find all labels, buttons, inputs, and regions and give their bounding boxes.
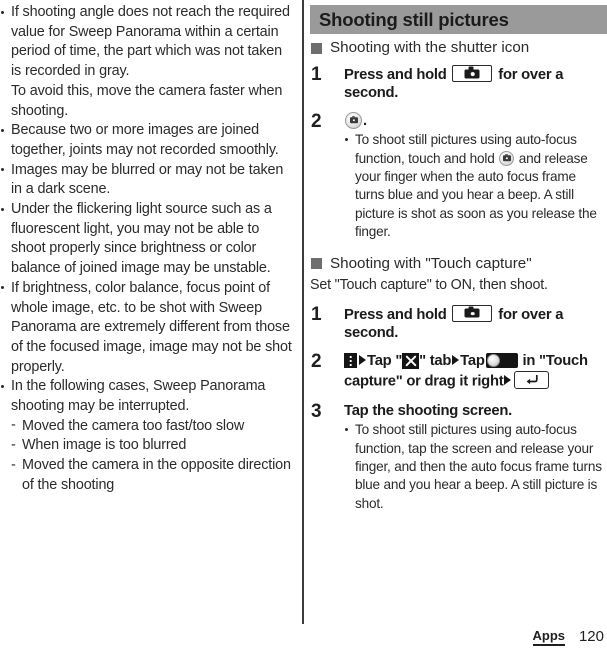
bullet-dot-icon [1,207,4,211]
subsection-heading-shutter-icon: Shooting with the shutter icon [310,38,607,58]
sub-item-label: When image is too blurred [22,437,187,454]
step-title: Tap " " tab Tap in "Touch capture" or drag… [344,352,607,390]
subsection-heading-touch-capture: Shooting with "Touch capture" [310,254,607,274]
step-text: " tab [419,353,452,370]
step-text: Press and hold [344,67,451,83]
bullet-dot-icon [1,384,4,388]
subsection-heading-label: Shooting with "Touch capture" [330,254,532,272]
sub-item-label: Moved the camera in the opposite directi… [22,457,291,493]
bullet-paragraph: Because two or more images are joined to… [11,122,279,158]
square-marker-icon [311,42,322,54]
step-number: 2 [311,351,322,373]
step-number: 2 [311,110,322,132]
list-item: Under the flickering light source such a… [0,200,294,279]
bullet-paragraph: In the following cases, Sweep Panorama s… [11,378,266,415]
bullet-paragraph: Under the flickering light source such a… [11,201,272,277]
step-number: 1 [311,64,322,85]
section-tab-label: Apps [532,628,565,646]
step-title: Tap the shooting screen. [344,402,513,419]
bullet-paragraph: If shooting angle does not reach the req… [11,4,290,80]
step: 1 Press and hold for over a second. [310,303,607,343]
bullet-dot-icon [1,286,4,290]
right-column-body: Shooting with the shutter icon 1 Press a… [310,38,607,513]
notes-bullet-list: If shooting angle does not reach the req… [0,3,294,496]
step: 1 Press and hold for over a second. [310,64,607,103]
toggle-off-icon[interactable] [485,353,518,369]
touch-capture-intro: Set "Touch capture" to ON, then shoot. [310,276,548,293]
column-divider [302,0,304,624]
step-note: To shoot still pictures using auto-focus… [344,421,607,513]
shutter-button-icon[interactable] [499,150,515,166]
bullet-dot-icon [345,428,348,432]
sub-item-label: Moved the camera too fast/too slow [22,417,245,434]
dash-marker: - [11,417,16,434]
bullet-dot-icon [1,168,4,172]
bullet-paragraph: To avoid this, move the camera faster wh… [11,82,283,119]
note-text: To shoot still pictures using auto-focus… [355,422,602,511]
overflow-menu-icon[interactable] [344,353,357,369]
step-title: Press and hold for over a second. [344,304,607,343]
list-item: - Moved the camera in the opposite direc… [11,456,294,495]
step-title: . [344,111,607,130]
list-item: If shooting angle does not reach the req… [0,3,294,121]
right-column: Shooting still pictures Shooting with th… [310,0,607,648]
arrow-separator-icon [359,355,366,366]
manual-page: If shooting angle does not reach the req… [0,0,607,648]
camera-key-icon [452,65,493,82]
dash-marker: - [11,436,16,453]
step-title: Press and hold for over a second. [344,65,607,103]
tools-tab-icon[interactable] [402,352,420,369]
step-number: 1 [311,303,322,325]
shutter-button-icon[interactable] [345,111,362,129]
step: 3 Tap the shooting screen. To shoot stil… [310,400,607,513]
bullet-paragraph: Images may be blurred or may not be take… [11,161,284,198]
bullet-paragraph: If brightness, color balance, focus poin… [11,279,292,375]
arrow-separator-icon [452,355,460,366]
page-number: 120 [578,628,604,645]
step-note: To shoot still pictures using auto-focus… [344,131,607,241]
step: 2 . To shoot still pictures using auto-f… [310,110,607,242]
step-text: Tap " [367,353,403,370]
page-footer: Apps 120 [0,628,607,648]
bullet-dot-icon [345,138,348,142]
left-column: If shooting angle does not reach the req… [0,0,294,648]
step-text: Press and hold [344,306,451,323]
list-item: - When image is too blurred [11,436,294,456]
interrupt-cases-list: - Moved the camera too fast/too slow - W… [11,417,294,496]
square-marker-icon [311,258,322,270]
step-text: . [363,112,367,129]
section-banner: Shooting still pictures [310,5,607,34]
arrow-separator-icon [504,375,512,386]
dash-marker: - [11,456,16,473]
page-title: Shooting still pictures [319,8,509,30]
step: 2 Tap " " tab Tap in "Touch capture" or dr… [310,351,607,390]
step-text: Tap [460,353,485,370]
bullet-dot-icon [1,10,4,14]
step-number: 3 [311,400,322,422]
list-item: Because two or more images are joined to… [0,121,294,160]
list-item: If brightness, color balance, focus poin… [0,279,294,378]
back-key-icon[interactable] [514,370,550,389]
bullet-dot-icon [1,128,4,132]
subsection-heading-label: Shooting with the shutter icon [330,39,530,56]
list-item: In the following cases, Sweep Panorama s… [0,377,294,495]
list-item: - Moved the camera too fast/too slow [11,417,294,437]
list-item: Images may be blurred or may not be take… [0,161,294,200]
camera-key-icon [452,304,493,322]
